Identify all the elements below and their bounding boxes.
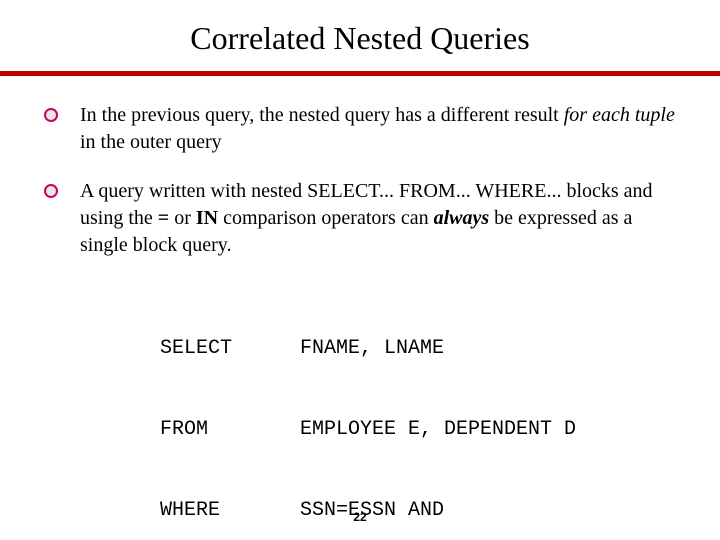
sql-code-block: SELECTFNAME, LNAME FROMEMPLOYEE E, DEPEN… bbox=[160, 281, 680, 540]
bullet-marker-icon bbox=[44, 108, 58, 122]
title-rule bbox=[0, 71, 720, 76]
slide-title: Correlated Nested Queries bbox=[40, 20, 680, 57]
text-run: in the outer query bbox=[80, 131, 222, 153]
bold-keyword-in: IN bbox=[196, 207, 218, 229]
bullet-text: A query written with nested SELECT... FR… bbox=[80, 178, 680, 259]
bold-italic-always: always bbox=[434, 207, 490, 229]
text-run: In the previous query, the nested query … bbox=[80, 104, 564, 126]
sql-args: EMPLOYEE E, DEPENDENT D bbox=[300, 416, 576, 443]
bullet-text: In the previous query, the nested query … bbox=[80, 102, 680, 156]
sql-keyword: SELECT bbox=[160, 335, 300, 362]
code-line: FROMEMPLOYEE E, DEPENDENT D bbox=[160, 416, 680, 443]
bullet-list: In the previous query, the nested query … bbox=[44, 102, 680, 259]
bold-equals: = bbox=[158, 207, 169, 229]
code-line: SELECTFNAME, LNAME bbox=[160, 335, 680, 362]
page-number: 22 bbox=[0, 510, 720, 524]
sql-args: FNAME, LNAME bbox=[300, 335, 444, 362]
emphasis-text: for each tuple bbox=[564, 104, 675, 126]
bullet-item: In the previous query, the nested query … bbox=[44, 102, 680, 156]
sql-keyword: FROM bbox=[160, 416, 300, 443]
text-run: or bbox=[169, 207, 196, 229]
slide: Correlated Nested Queries In the previou… bbox=[0, 0, 720, 540]
text-run: comparison operators can bbox=[218, 207, 433, 229]
bullet-marker-icon bbox=[44, 184, 58, 198]
bullet-item: A query written with nested SELECT... FR… bbox=[44, 178, 680, 259]
